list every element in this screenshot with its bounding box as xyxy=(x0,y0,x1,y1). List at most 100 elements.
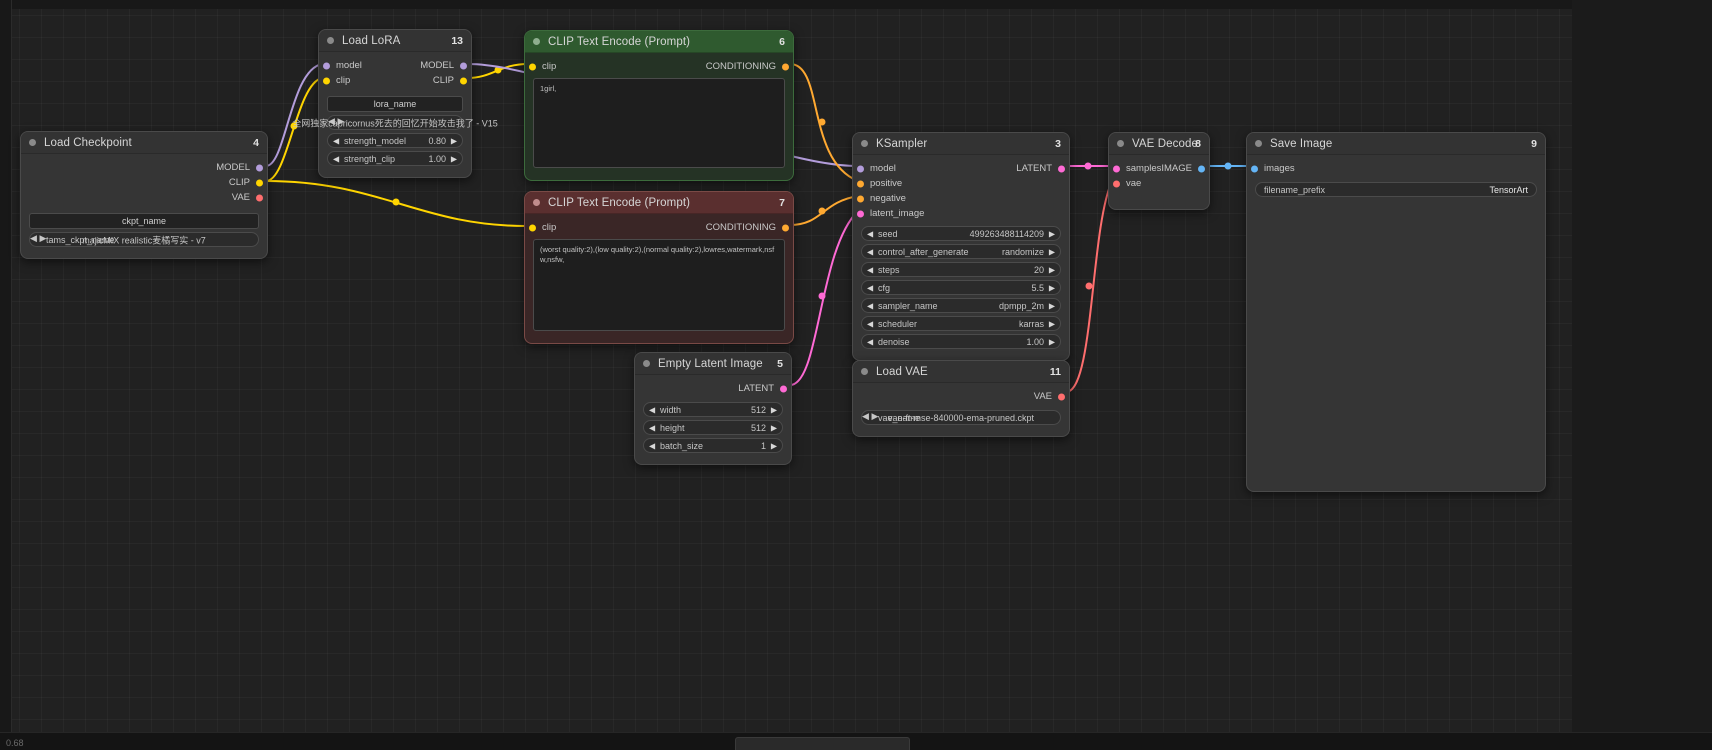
port-dot-clip-out[interactable] xyxy=(460,77,467,84)
widget-batch-size[interactable]: ◀ batch_size 1 ▶ xyxy=(643,438,783,453)
widget-steps[interactable]: ◀ steps 20 ▶ xyxy=(861,262,1061,277)
collapse-dot-icon[interactable] xyxy=(861,368,868,375)
port-out-vae[interactable]: VAE xyxy=(1034,389,1069,404)
chevron-right-icon[interactable]: ▶ xyxy=(771,405,777,414)
collapse-dot-icon[interactable] xyxy=(643,360,650,367)
chevron-left-icon[interactable]: ◀ xyxy=(649,441,655,450)
chevron-left-icon[interactable]: ◀ xyxy=(867,229,873,238)
port-dot-image[interactable] xyxy=(1198,165,1205,172)
chevron-right-icon[interactable]: ▶ xyxy=(1049,247,1055,256)
chevron-right-icon[interactable]: ▶ xyxy=(1049,301,1055,310)
chevron-right-icon[interactable]: ▶ xyxy=(1049,265,1055,274)
node-title-bar[interactable]: Load VAE 11 xyxy=(853,361,1069,383)
minimap-panel[interactable] xyxy=(735,737,910,750)
chevron-right-icon[interactable]: ▶ xyxy=(771,441,777,450)
port-dot-model[interactable] xyxy=(857,165,864,172)
node-load-lora[interactable]: Load LoRA 13 model MODEL clip CLIP lora_… xyxy=(292,29,498,178)
port-dot-vae[interactable] xyxy=(1058,393,1065,400)
chevron-left-icon[interactable]: ◀ xyxy=(649,405,655,414)
port-dot-model-out[interactable] xyxy=(460,62,467,69)
node-title-bar[interactable]: Empty Latent Image 5 xyxy=(635,353,791,375)
chevron-left-icon[interactable]: ◀ xyxy=(30,233,37,243)
node-clip-text-encode-positive[interactable]: CLIP Text Encode (Prompt) 6 clip CONDITI… xyxy=(524,30,794,181)
node-title-bar[interactable]: CLIP Text Encode (Prompt) 6 xyxy=(525,31,793,53)
widget-strength-clip[interactable]: ◀ strength_clip 1.00 ▶ xyxy=(327,151,463,166)
widget-cfg[interactable]: ◀ cfg 5.5 ▶ xyxy=(861,280,1061,295)
port-dot-latent[interactable] xyxy=(780,385,787,392)
port-dot-conditioning[interactable] xyxy=(782,63,789,70)
collapse-dot-icon[interactable] xyxy=(327,37,334,44)
node-empty-latent-image[interactable]: Empty Latent Image 5 LATENT ◀ width 512 … xyxy=(634,352,792,465)
port-dot-conditioning[interactable] xyxy=(782,224,789,231)
port-out-model[interactable]: MODEL xyxy=(420,58,471,73)
node-load-vae[interactable]: Load VAE 11 VAE ◀ vae_name vae-ft-mse-84… xyxy=(852,360,1070,437)
port-out-clip[interactable]: CLIP xyxy=(229,175,267,190)
comfyui-workflow-canvas[interactable]: Load Checkpoint 4 MODEL CLIP VAE ckpt_na… xyxy=(0,0,1712,750)
chevron-left-icon[interactable]: ◀ xyxy=(867,247,873,256)
filename-prefix-widget[interactable]: filename_prefix TensorArt xyxy=(1255,182,1537,197)
widget-control-after-generate[interactable]: ◀ control_after_generate randomize ▶ xyxy=(861,244,1061,259)
collapse-dot-icon[interactable] xyxy=(1117,140,1124,147)
chevron-left-icon[interactable]: ◀ xyxy=(862,411,869,421)
port-out-model[interactable]: MODEL xyxy=(216,160,267,175)
port-out-vae[interactable]: VAE xyxy=(232,190,267,205)
node-load-checkpoint[interactable]: Load Checkpoint 4 MODEL CLIP VAE ckpt_na… xyxy=(20,131,268,259)
port-out-conditioning[interactable]: CONDITIONING xyxy=(706,220,793,235)
node-title-bar[interactable]: Load LoRA 13 xyxy=(319,30,471,52)
chevron-right-icon[interactable]: ▶ xyxy=(451,154,457,163)
collapse-dot-icon[interactable] xyxy=(533,38,540,45)
port-out-image[interactable]: IMAGE xyxy=(1161,161,1209,176)
chevron-left-icon[interactable]: ◀ xyxy=(867,283,873,292)
node-title-bar[interactable]: KSampler 3 xyxy=(853,133,1069,155)
port-dot-image[interactable] xyxy=(1251,165,1258,172)
widget-strength-model[interactable]: ◀ strength_model 0.80 ▶ xyxy=(327,133,463,148)
chevron-right-icon[interactable]: ▶ xyxy=(1049,283,1055,292)
collapse-dot-icon[interactable] xyxy=(29,139,36,146)
node-title-bar[interactable]: CLIP Text Encode (Prompt) 7 xyxy=(525,192,793,214)
port-in-negative[interactable]: negative xyxy=(853,191,1069,206)
chevron-left-icon[interactable]: ◀ xyxy=(867,319,873,328)
lora-name-label-field[interactable]: lora_name xyxy=(327,96,463,112)
port-dot-model[interactable] xyxy=(256,164,263,171)
node-ksampler[interactable]: KSampler 3 model LATENT positive negativ… xyxy=(852,132,1070,361)
node-title-bar[interactable]: VAE Decode 8 xyxy=(1109,133,1209,155)
port-in-positive[interactable]: positive xyxy=(853,176,1069,191)
negative-prompt-textarea[interactable]: (worst quality:2),(low quality:2),(norma… xyxy=(533,239,785,331)
chevron-left-icon[interactable]: ◀ xyxy=(867,265,873,274)
port-dot-vae[interactable] xyxy=(256,194,263,201)
ckpt-name-combo[interactable]: ◀ tams_ckpt_name majicMIX realistic麦橘写实 … xyxy=(29,232,259,247)
port-dot-conditioning[interactable] xyxy=(857,195,864,202)
port-dot-latent[interactable] xyxy=(857,210,864,217)
port-in-vae[interactable]: vae xyxy=(1109,176,1209,191)
port-dot-model[interactable] xyxy=(323,62,330,69)
chevron-right-icon[interactable]: ▶ xyxy=(771,423,777,432)
node-save-image[interactable]: Save Image 9 images filename_prefix Tens… xyxy=(1246,132,1546,492)
vae-name-combo[interactable]: ◀ vae_name vae-ft-mse-840000-ema-pruned.… xyxy=(861,410,1061,425)
widget-width[interactable]: ◀ width 512 ▶ xyxy=(643,402,783,417)
collapse-dot-icon[interactable] xyxy=(861,140,868,147)
port-out-latent[interactable]: LATENT xyxy=(738,381,791,396)
port-in-latent-image[interactable]: latent_image xyxy=(853,206,1069,221)
port-out-conditioning[interactable]: CONDITIONING xyxy=(706,59,793,74)
ckpt-name-label-field[interactable]: ckpt_name xyxy=(29,213,259,229)
node-title-bar[interactable]: Load Checkpoint 4 xyxy=(21,132,267,154)
chevron-right-icon[interactable]: ▶ xyxy=(1049,319,1055,328)
lora-name-combo[interactable]: ◀ 全网独家capricornus死去的回忆开始攻击我了 - V15 ▶ xyxy=(292,115,498,130)
chevron-right-icon[interactable]: ▶ xyxy=(1049,337,1055,346)
widget-denoise[interactable]: ◀ denoise 1.00 ▶ xyxy=(861,334,1061,349)
widget-scheduler[interactable]: ◀ scheduler karras ▶ xyxy=(861,316,1061,331)
port-dot-clip[interactable] xyxy=(529,63,536,70)
widget-sampler-name[interactable]: ◀ sampler_name dpmpp_2m ▶ xyxy=(861,298,1061,313)
widget-height[interactable]: ◀ height 512 ▶ xyxy=(643,420,783,435)
port-out-clip[interactable]: CLIP xyxy=(433,73,471,88)
node-title-bar[interactable]: Save Image 9 xyxy=(1247,133,1545,155)
positive-prompt-textarea[interactable]: 1girl, xyxy=(533,78,785,168)
node-clip-text-encode-negative[interactable]: CLIP Text Encode (Prompt) 7 clip CONDITI… xyxy=(524,191,794,344)
port-dot-clip[interactable] xyxy=(323,77,330,84)
chevron-left-icon[interactable]: ◀ xyxy=(867,301,873,310)
port-dot-latent[interactable] xyxy=(1058,165,1065,172)
port-dot-clip[interactable] xyxy=(529,224,536,231)
port-dot-conditioning[interactable] xyxy=(857,180,864,187)
chevron-left-icon[interactable]: ◀ xyxy=(649,423,655,432)
collapse-dot-icon[interactable] xyxy=(1255,140,1262,147)
